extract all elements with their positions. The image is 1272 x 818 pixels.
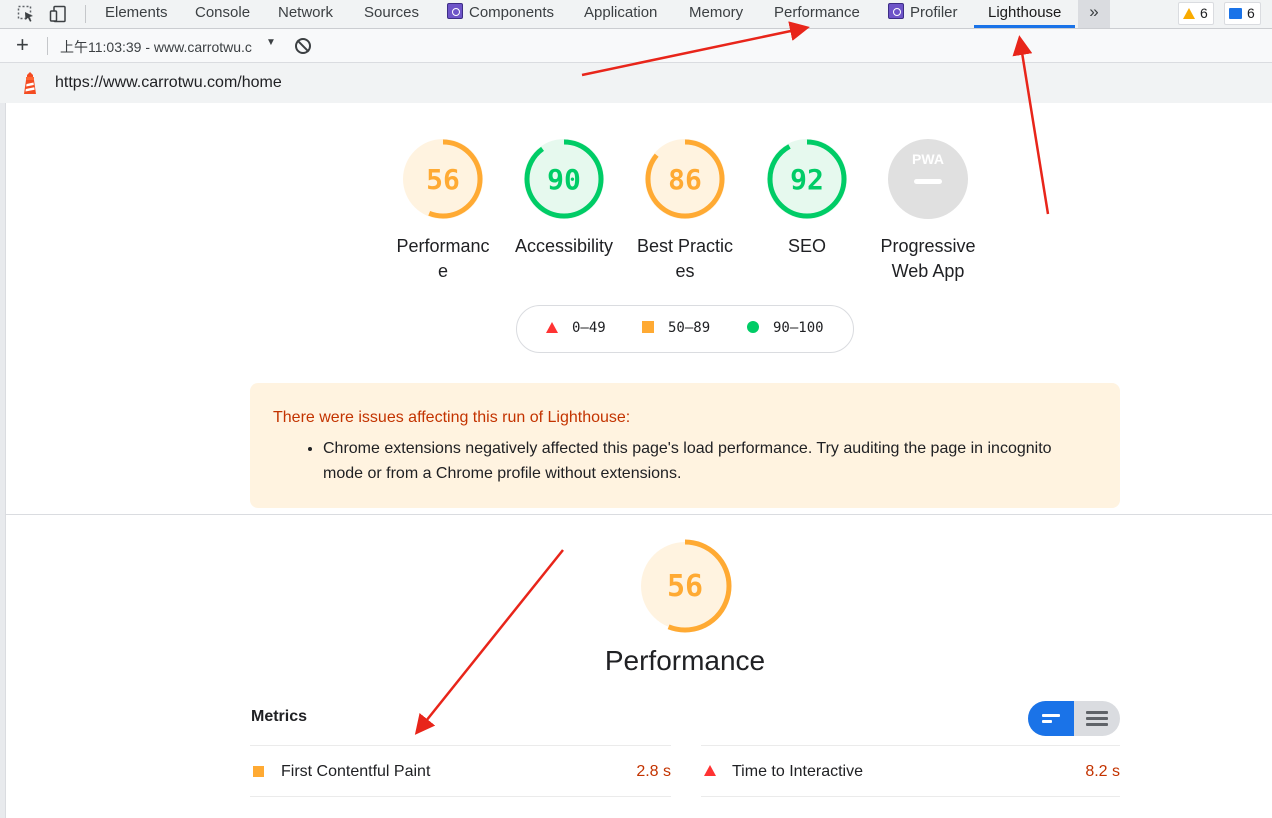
messages-count: 6 [1247, 5, 1255, 21]
toolbar-divider [85, 5, 86, 23]
report-selector[interactable]: 上午11:03:39 - www.carrotwu.c [60, 37, 265, 57]
category-label: Performance [396, 236, 490, 281]
warning-title: There were issues affecting this run of … [273, 409, 631, 426]
pwa-badge-text: PWA [912, 151, 944, 167]
tab-network[interactable]: Network [276, 0, 335, 29]
fail-triangle-icon [546, 322, 558, 333]
category-label: Progressive Web App [880, 236, 976, 281]
metric-row-tti[interactable]: Time to Interactive 8.2 s [701, 745, 1120, 797]
gauge-score: 86 [668, 163, 702, 196]
category-label: Accessibility [514, 236, 614, 256]
legend-average: 50–89 [642, 320, 710, 336]
tab-sources[interactable]: Sources [362, 0, 421, 29]
legend-pass: 90–100 [747, 320, 824, 336]
react-profiler-icon [888, 3, 904, 19]
section-divider [5, 514, 1272, 515]
warning-item: Chrome extensions negatively affected th… [323, 436, 1083, 486]
warning-icon [1183, 8, 1195, 19]
panel-left-edge [0, 103, 6, 818]
legend-pass-range: 90–100 [773, 320, 824, 336]
metrics-summary-view-icon[interactable] [1028, 701, 1074, 736]
report-selector-caret-icon[interactable]: ▼ [266, 37, 276, 48]
gauge-score: 56 [426, 163, 460, 196]
message-icon [1229, 8, 1242, 19]
metric-name: Time to Interactive [732, 763, 864, 780]
tab-lighthouse[interactable]: Lighthouse [973, 0, 1076, 29]
tab-memory[interactable]: Memory [687, 0, 745, 29]
run-warnings-box: There were issues affecting this run of … [250, 383, 1120, 508]
category-gauge-pwa[interactable]: PWA Progressive Web App [878, 137, 978, 284]
fail-triangle-icon [704, 765, 716, 776]
category-label: SEO [787, 236, 826, 256]
metric-value: 8.2 s [1085, 763, 1120, 780]
average-square-icon [253, 766, 264, 777]
legend-fail-range: 0–49 [572, 320, 606, 336]
pass-circle-icon [747, 321, 759, 333]
category-gauge-accessibility[interactable]: 90 Accessibility [514, 137, 614, 259]
average-square-icon [642, 321, 654, 333]
tab-profiler-label: Profiler [910, 4, 958, 21]
metric-name: First Contentful Paint [281, 763, 431, 780]
toolbar-divider [47, 37, 48, 55]
performance-gauge[interactable]: 56 [637, 538, 733, 639]
gauge-score: 90 [547, 163, 581, 196]
legend-average-range: 50–89 [668, 320, 711, 336]
lighthouse-logo-icon [22, 72, 38, 99]
tab-components-label: Components [469, 4, 555, 21]
tab-elements[interactable]: Elements [103, 0, 170, 29]
performance-gauge-score: 56 [667, 569, 703, 604]
clear-reports-icon[interactable] [295, 38, 311, 54]
react-components-icon [447, 3, 463, 19]
tab-performance[interactable]: Performance [772, 0, 862, 29]
lighthouse-toolbar: + 上午11:03:39 - www.carrotwu.c ▼ [0, 29, 1272, 63]
inspect-element-icon[interactable] [16, 4, 36, 24]
gauge-score: 92 [790, 163, 824, 196]
pwa-dash-icon [914, 179, 942, 184]
metrics-view-toggle[interactable] [1028, 701, 1120, 736]
tab-application[interactable]: Application [582, 0, 659, 29]
devtools-tab-bar: Elements Console Network Sources Compone… [0, 0, 1272, 29]
legend-fail: 0–49 [546, 320, 606, 336]
more-tabs-chevron-icon[interactable]: » [1078, 0, 1110, 28]
report-url[interactable]: https://www.carrotwu.com/home [55, 74, 282, 92]
warnings-count: 6 [1200, 5, 1208, 21]
tab-components[interactable]: Components [445, 0, 556, 29]
metrics-header: Metrics [251, 708, 308, 725]
warning-list: Chrome extensions negatively affected th… [323, 436, 1083, 486]
arrow-to-first-contentful-paint [414, 549, 564, 735]
device-toolbar-icon[interactable] [48, 4, 68, 24]
category-label: Best Practices [636, 236, 734, 281]
new-report-button[interactable]: + [16, 34, 29, 56]
tab-console[interactable]: Console [193, 0, 252, 29]
warnings-badge[interactable]: 6 [1178, 2, 1214, 25]
metric-value: 2.8 s [636, 763, 671, 780]
category-gauge-best-practices[interactable]: 86 Best Practices [635, 137, 735, 284]
metric-row-fcp[interactable]: First Contentful Paint 2.8 s [250, 745, 671, 797]
report-url-bar: https://www.carrotwu.com/home [0, 63, 1272, 103]
metrics-detailed-view-icon[interactable] [1074, 701, 1120, 736]
messages-badge[interactable]: 6 [1224, 2, 1261, 25]
score-legend: 0–49 50–89 90–100 [516, 305, 854, 353]
category-gauge-seo[interactable]: 92 SEO [757, 137, 857, 259]
tab-profiler[interactable]: Profiler [886, 0, 960, 29]
performance-title: Performance [604, 645, 766, 676]
category-gauge-performance[interactable]: 56 Performance [393, 137, 493, 284]
